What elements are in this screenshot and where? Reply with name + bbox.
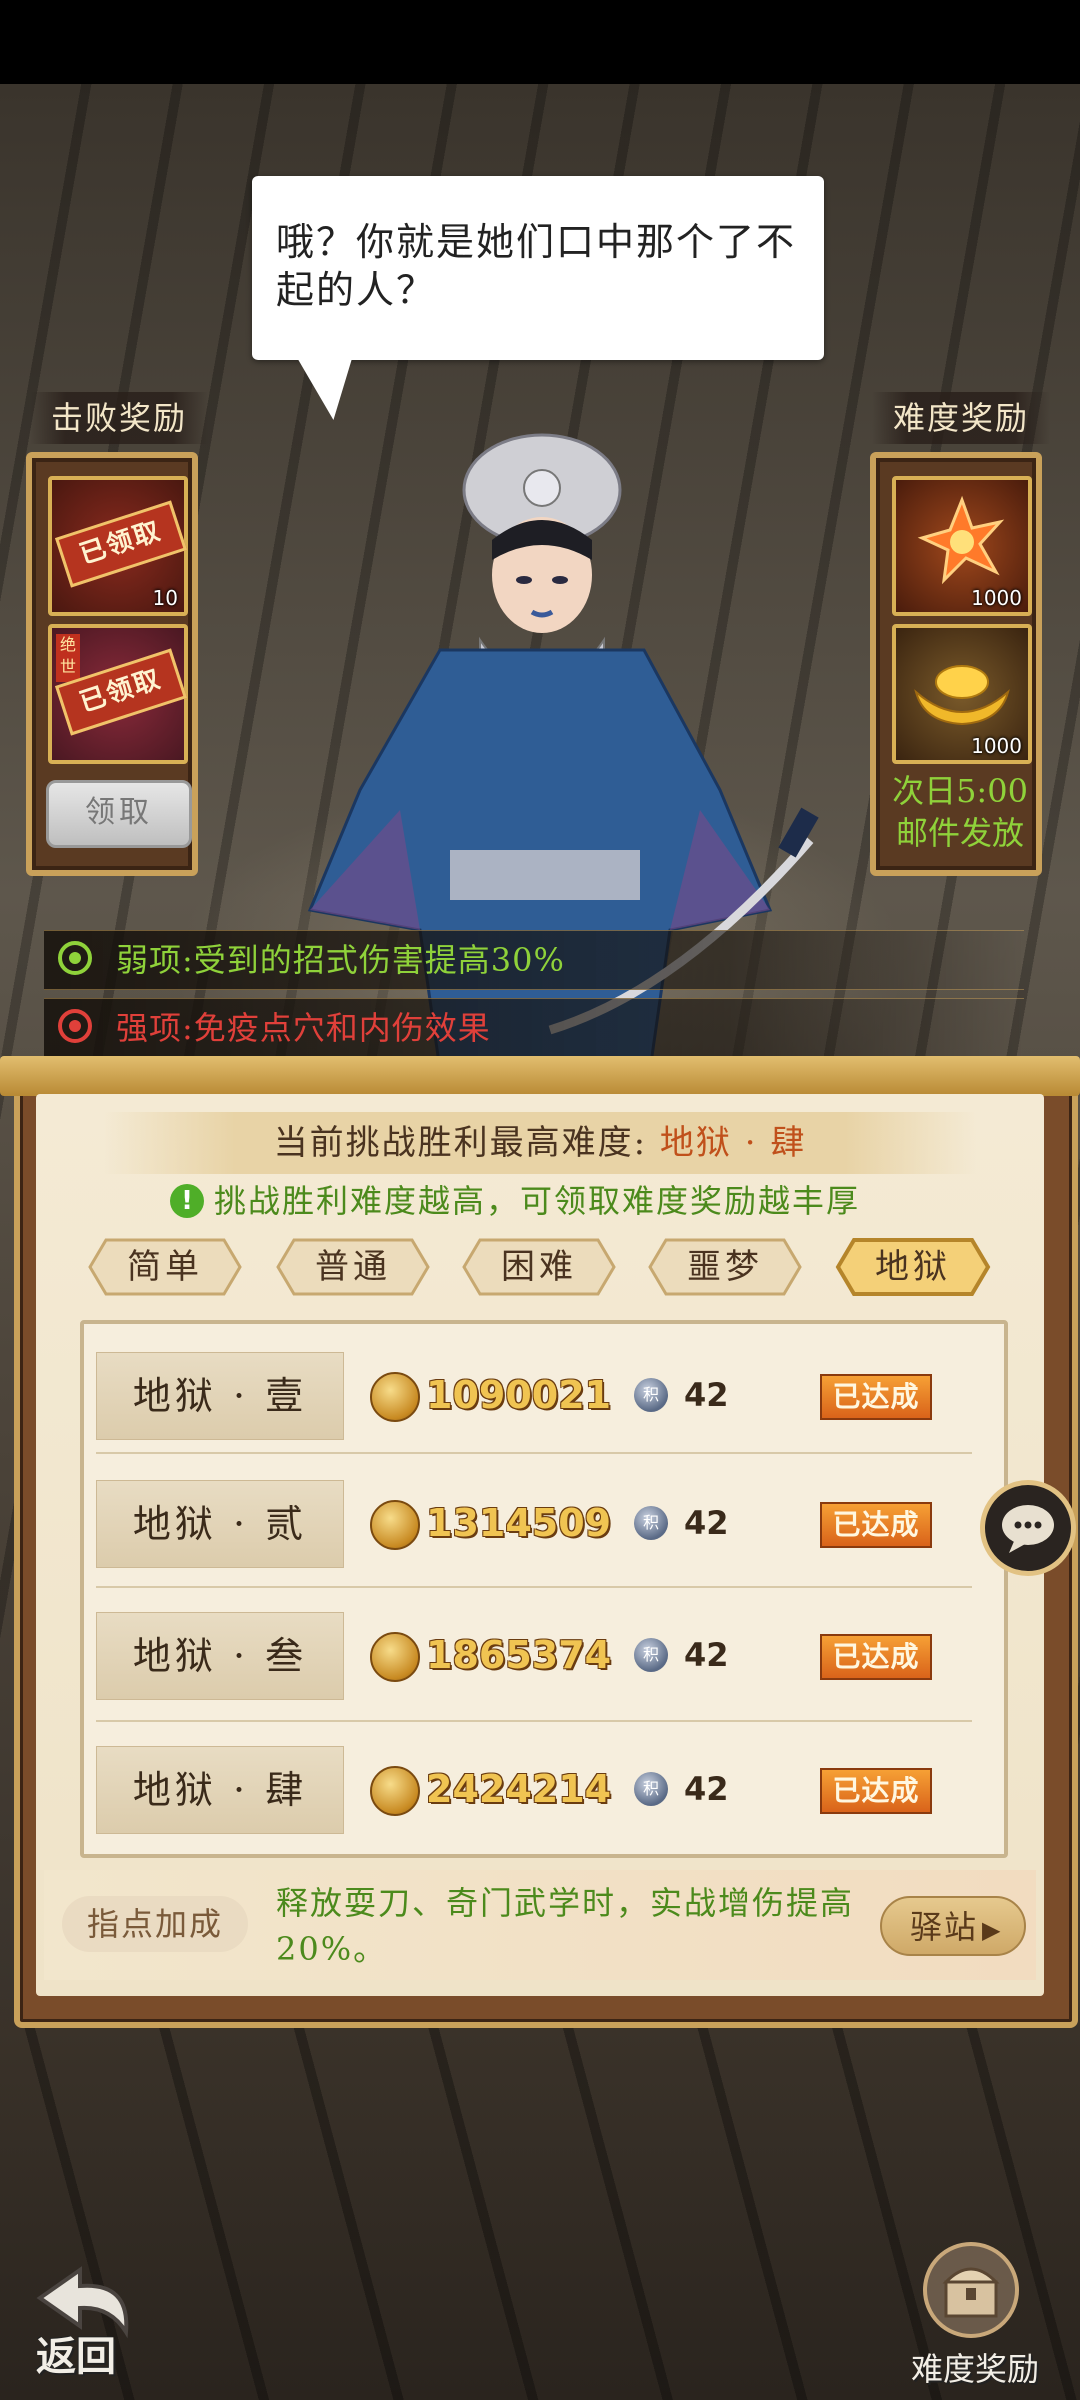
tab-hard[interactable]: 困难: [450, 1236, 628, 1298]
strength-target-icon: [58, 1009, 92, 1043]
level-points: 42: [684, 1376, 729, 1414]
level-row: 地狱 · 贰 1314509 积 42 已达成: [96, 1468, 976, 1568]
level-row: 地狱 · 壹 1090021 积 42 已达成: [96, 1340, 976, 1440]
level-status-badge: 已达成: [820, 1634, 932, 1680]
score-coin-icon: [370, 1500, 420, 1550]
level-name: 地狱 · 肆: [96, 1746, 344, 1834]
tab-normal-label: 普通: [315, 1247, 391, 1287]
chevron-right-icon: ▶: [982, 1916, 1003, 1944]
tab-hard-label: 困难: [501, 1247, 577, 1287]
level-points: 42: [684, 1770, 729, 1808]
strength-text: 强项:免疫点穴和内伤效果: [116, 1009, 491, 1047]
defeat-reward-title: 击败奖励: [30, 392, 208, 444]
points-icon: 积: [634, 1772, 668, 1806]
level-status-badge: 已达成: [820, 1768, 932, 1814]
tab-hell-label: 地狱: [875, 1247, 951, 1287]
tab-nightmare-label: 噩梦: [687, 1247, 763, 1287]
level-score: 1314509: [426, 1501, 612, 1545]
level-row: 地狱 · 肆 2424214 积 42 已达成: [96, 1734, 976, 1834]
weakness-bar: 弱项:受到的招式伤害提高30%: [44, 930, 1024, 990]
score-coin-icon: [370, 1766, 420, 1816]
points-icon: 积: [634, 1378, 668, 1412]
level-score: 1090021: [426, 1373, 612, 1417]
tab-easy[interactable]: 简单: [76, 1236, 254, 1298]
highest-difficulty-text: 当前挑战胜利最高难度: 地狱 · 肆: [104, 1112, 976, 1174]
chat-button[interactable]: [980, 1480, 1076, 1576]
mail-note-method: 邮件发放: [895, 814, 1024, 852]
station-button-label: 驿站: [910, 1908, 979, 1946]
back-button[interactable]: 返回: [30, 2262, 150, 2382]
status-bar: [0, 0, 1080, 84]
score-coin-icon: [370, 1372, 420, 1422]
claimed-stamp: 已领取: [54, 500, 188, 588]
tab-normal[interactable]: 普通: [264, 1236, 442, 1298]
difficulty-reward-title: 难度奖励: [872, 392, 1050, 444]
weakness-text: 弱项:受到的招式伤害提高30%: [116, 941, 565, 979]
tab-hell[interactable]: 地狱: [824, 1236, 1002, 1298]
flame-crystal-icon: [917, 495, 1005, 585]
tab-easy-label: 简单: [127, 1247, 203, 1287]
back-label: 返回: [36, 2333, 116, 2380]
difficulty-hint: 挑战胜利难度越高，可领取难度奖励越丰厚: [168, 1176, 928, 1226]
treasure-chest-icon: [923, 2242, 1019, 2338]
station-button[interactable]: 驿站 ▶: [880, 1896, 1026, 1956]
level-name: 地狱 · 叁: [96, 1612, 344, 1700]
row-divider: [96, 1452, 972, 1454]
reward-count: 1000: [971, 734, 1022, 758]
guidance-bonus-label: 指点加成: [62, 1896, 248, 1952]
level-status-badge: 已达成: [820, 1374, 932, 1420]
strength-bar: 强项:免疫点穴和内伤效果: [44, 998, 1024, 1058]
difficulty-reward-item-1[interactable]: 1000: [892, 476, 1032, 616]
tab-nightmare[interactable]: 噩梦: [636, 1236, 814, 1298]
difficulty-reward-button-label: 难度奖励: [910, 2350, 1039, 2388]
guidance-bonus-text: 释放耍刀、奇门武学时，实战增伤提高20%。: [276, 1884, 855, 1968]
difficulty-hint-text: 挑战胜利难度越高，可领取难度奖励越丰厚: [214, 1182, 861, 1220]
mail-note: 次日5:00 邮件发放: [878, 770, 1042, 854]
level-name: 地狱 · 贰: [96, 1480, 344, 1568]
level-score: 2424214: [426, 1767, 612, 1811]
chat-bubble-icon: [1002, 1505, 1054, 1553]
defeat-reward-item-1[interactable]: 已领取 10: [48, 476, 188, 616]
score-coin-icon: [370, 1632, 420, 1682]
row-divider: [96, 1586, 972, 1588]
row-divider: [96, 1720, 972, 1722]
level-points: 42: [684, 1636, 729, 1674]
reward-count: 1000: [971, 586, 1022, 610]
difficulty-reward-button[interactable]: 难度奖励: [880, 2240, 1060, 2390]
defeat-reward-item-2[interactable]: 绝世 已领取: [48, 624, 188, 764]
difficulty-reward-item-2[interactable]: 1000: [892, 624, 1032, 764]
peerless-badge: 绝世: [56, 634, 80, 682]
level-status-badge: 已达成: [820, 1502, 932, 1548]
highest-difficulty-label: 当前挑战胜利最高难度:: [273, 1123, 648, 1163]
level-score: 1865374: [426, 1633, 612, 1677]
dialogue-text: 哦？你就是她们口中那个了不起的人？: [276, 220, 797, 312]
points-icon: 积: [634, 1506, 668, 1540]
challenge-panel-top-trim: [0, 1056, 1080, 1096]
claim-button[interactable]: 领取: [46, 780, 192, 848]
weakness-target-icon: [58, 941, 92, 975]
highest-difficulty-value: 地狱 · 肆: [659, 1123, 807, 1163]
points-icon: 积: [634, 1638, 668, 1672]
level-name: 地狱 · 壹: [96, 1352, 344, 1440]
level-points: 42: [684, 1504, 729, 1542]
mail-note-time: 次日5:00: [892, 772, 1028, 810]
gold-ingot-icon: [914, 665, 1010, 726]
reward-count: 10: [152, 586, 178, 610]
level-row: 地狱 · 叁 1865374 积 42 已达成: [96, 1600, 976, 1700]
